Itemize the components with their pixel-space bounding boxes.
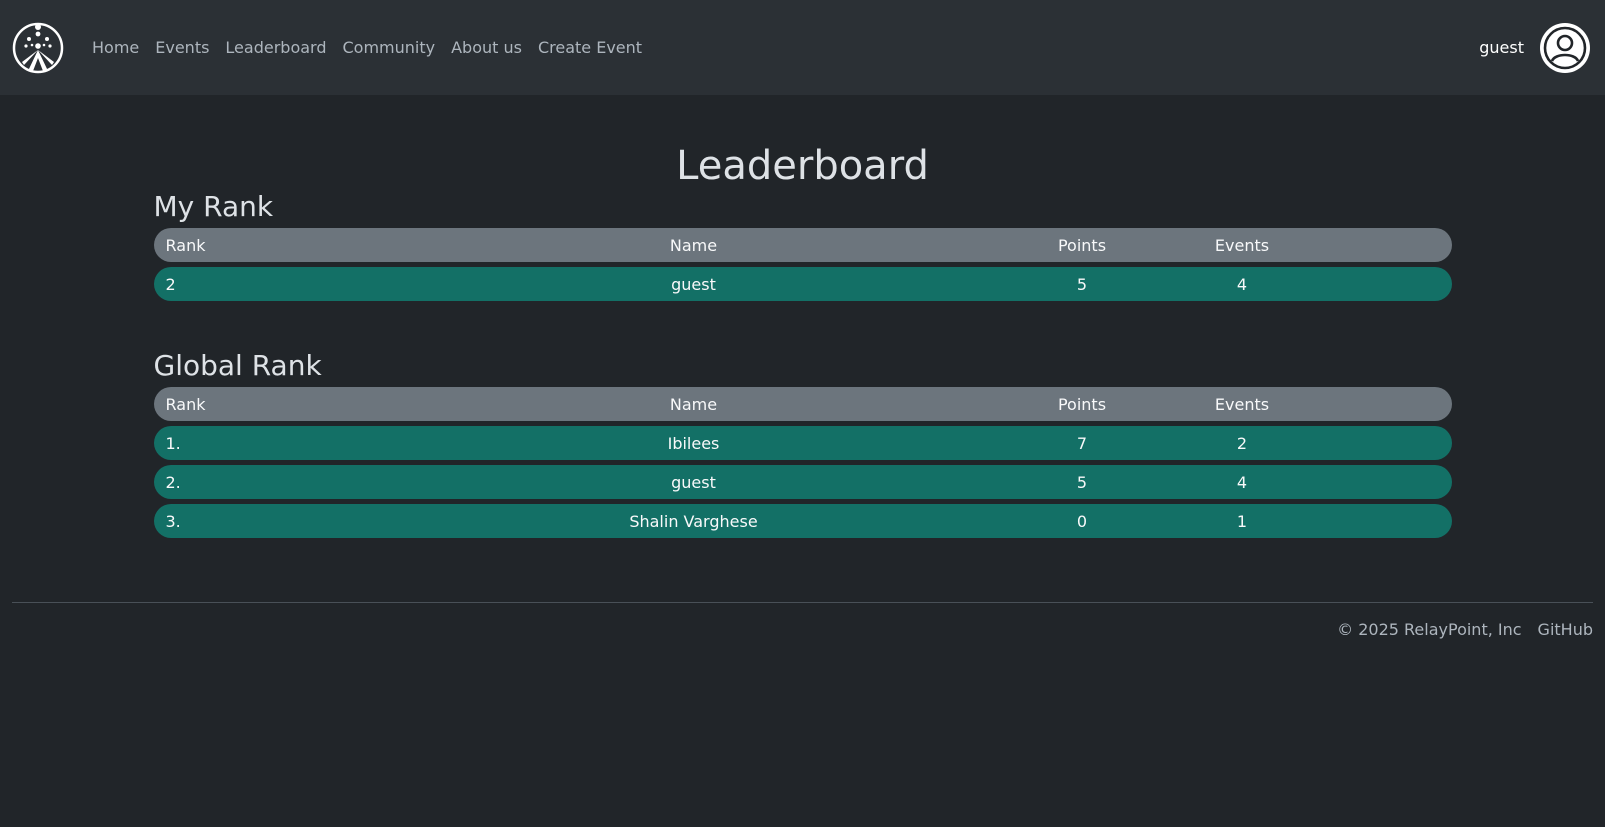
cell-name: Ibilees [667,433,720,453]
header-name: Name [669,394,718,414]
my-rank-table: Rank Name Points Events 2 guest 5 4 [153,228,1452,301]
cell-events: 1 [1236,511,1248,531]
user-menu: guest [1479,0,1590,95]
nav-links: Home Events Leaderboard Community About … [84,30,650,65]
cell-name: guest [671,274,716,294]
footer-inner: © 2025 RelayPoint, Inc GitHub [12,603,1593,639]
main-content: Leaderboard My Rank Rank Name Points Eve… [153,142,1452,538]
cell-name: guest [671,472,716,492]
avatar[interactable] [1540,22,1590,73]
navbar: Home Events Leaderboard Community About … [0,0,1605,95]
header-events: Events [1214,394,1270,414]
nav-community-link[interactable]: Community [334,30,443,65]
github-link[interactable]: GitHub [1538,620,1593,639]
nav-about-link[interactable]: About us [443,30,530,65]
copyright-text: © 2025 RelayPoint, Inc [1337,620,1522,639]
page-title: Leaderboard [676,143,929,189]
my-rank-title: My Rank [153,190,274,223]
cell-name: Shalin Varghese [629,511,758,531]
header-events: Events [1214,235,1270,255]
cell-events: 4 [1236,472,1248,492]
nav-events-link[interactable]: Events [147,30,217,65]
global-rank-title: Global Rank [153,349,322,382]
table-row: 1. Ibilees 7 2 [153,426,1452,460]
cell-events: 4 [1236,274,1248,294]
table-header-row: Rank Name Points Events [153,228,1452,262]
user-name: guest [1479,38,1524,57]
relaypoint-logo-icon[interactable] [12,22,64,74]
cell-events: 2 [1236,433,1248,453]
header-name: Name [669,235,718,255]
user-profile-icon [1543,26,1587,69]
footer: © 2025 RelayPoint, Inc GitHub [12,602,1593,639]
table-row: 2 guest 5 4 [153,267,1452,301]
nav-leaderboard-link[interactable]: Leaderboard [217,30,334,65]
nav-home-link[interactable]: Home [84,30,147,65]
table-header-row: Rank Name Points Events [153,387,1452,421]
nav-create-event-link[interactable]: Create Event [530,30,650,65]
global-rank-table: Rank Name Points Events 1. Ibilees 7 2 2… [153,387,1452,538]
table-row: 2. guest 5 4 [153,465,1452,499]
table-row: 3. Shalin Varghese 0 1 [153,504,1452,538]
